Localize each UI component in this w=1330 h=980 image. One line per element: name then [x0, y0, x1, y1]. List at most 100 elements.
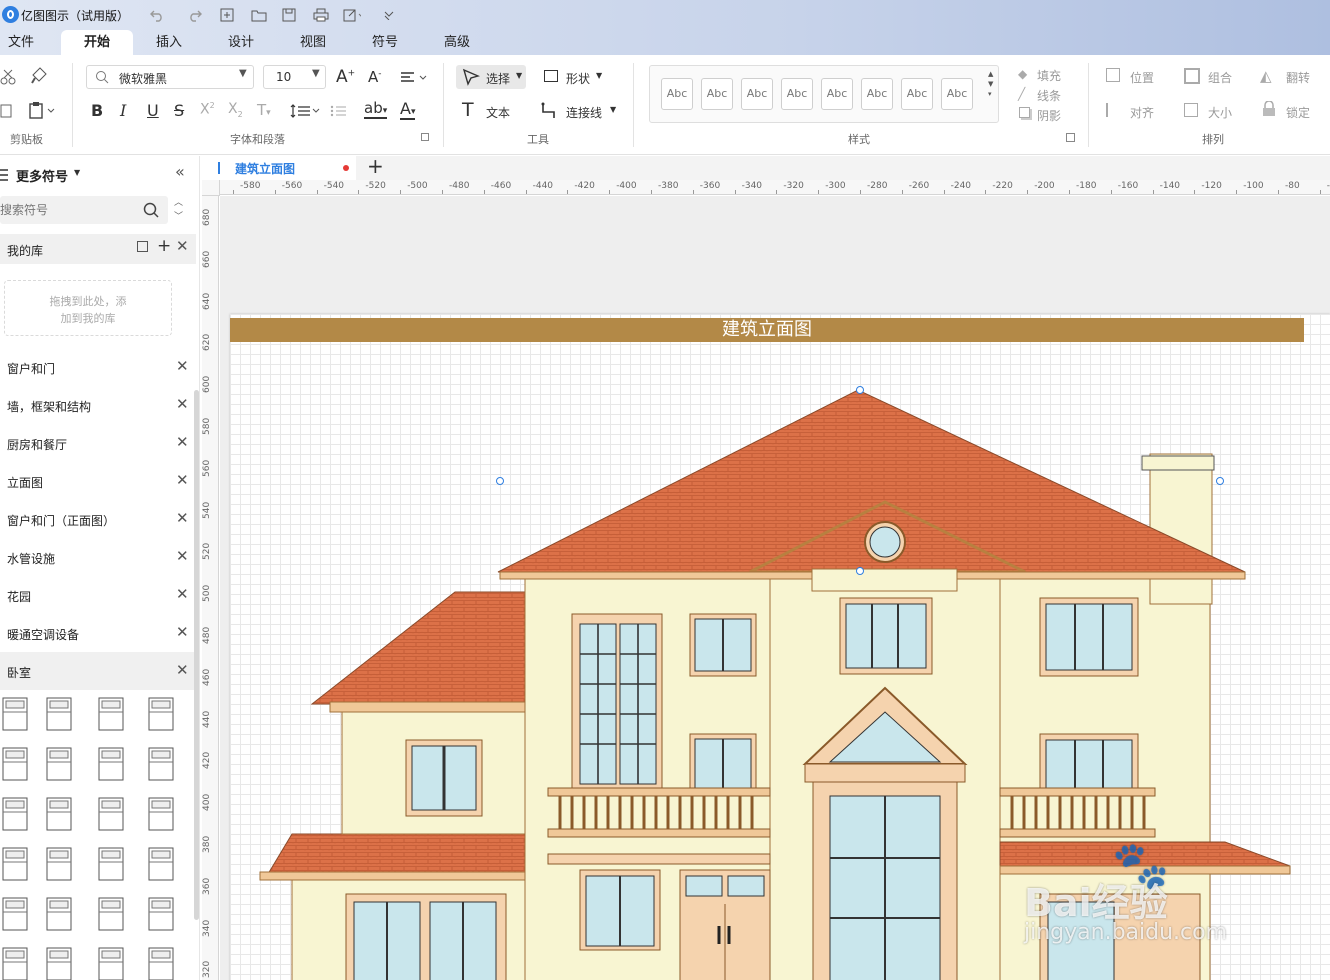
bedroom-shape-item[interactable]: [146, 796, 176, 832]
font-dialog-launcher-icon[interactable]: [421, 133, 429, 141]
category-hvac[interactable]: 暖通空调设备 ✕: [0, 614, 196, 652]
close-icon[interactable]: ✕: [176, 547, 189, 565]
drawing-page[interactable]: 建筑立面图: [230, 314, 1330, 980]
tab-symbols[interactable]: 符号: [362, 30, 408, 55]
underline-icon[interactable]: U: [147, 101, 159, 120]
close-icon[interactable]: ✕: [176, 471, 189, 489]
subscript-icon[interactable]: X2: [228, 101, 243, 119]
bullet-list-icon[interactable]: [330, 103, 356, 122]
shadow-label[interactable]: 阴影: [1037, 107, 1061, 124]
text-case-icon[interactable]: T▾: [257, 101, 271, 119]
tab-file[interactable]: 文件: [0, 30, 42, 55]
add-tab-button[interactable]: +: [367, 154, 384, 178]
connector-tool-button[interactable]: 连接线 ▼: [540, 99, 620, 125]
decrease-font-icon[interactable]: A-: [368, 68, 382, 86]
open-folder-icon[interactable]: [250, 6, 268, 24]
document-tab[interactable]: 建筑立面图: [202, 156, 356, 180]
rotate-label[interactable]: 翻转: [1286, 69, 1310, 86]
format-painter-icon[interactable]: [30, 67, 48, 89]
category-bedroom[interactable]: 卧室 ✕: [0, 652, 196, 690]
close-icon[interactable]: ✕: [176, 357, 189, 375]
bedroom-shape-item[interactable]: [146, 896, 176, 932]
style-swatch[interactable]: Abc: [661, 78, 693, 110]
style-swatch[interactable]: Abc: [861, 78, 893, 110]
close-icon[interactable]: ✕: [176, 661, 189, 679]
bedroom-shape-item[interactable]: [96, 946, 126, 980]
quick-access-more-icon[interactable]: [380, 6, 398, 24]
collapse-panel-icon[interactable]: «: [175, 162, 185, 181]
text-highlight-icon[interactable]: ab▾: [364, 99, 388, 119]
strikethrough-icon[interactable]: S: [174, 101, 184, 120]
bedroom-shape-item[interactable]: [146, 696, 176, 732]
bedroom-shape-item[interactable]: [44, 846, 74, 882]
lock-label[interactable]: 锁定: [1286, 104, 1310, 121]
category-elevation[interactable]: 立面图 ✕: [0, 462, 196, 500]
bedroom-shape-item[interactable]: [44, 796, 74, 832]
paste-icon[interactable]: [28, 101, 56, 123]
bedroom-shape-item[interactable]: [0, 796, 30, 832]
import-library-icon[interactable]: [137, 241, 148, 252]
new-page-icon[interactable]: [218, 6, 236, 24]
bedroom-shape-item[interactable]: [0, 846, 30, 882]
superscript-icon[interactable]: X2: [200, 101, 215, 118]
size-label[interactable]: 大小: [1208, 104, 1232, 121]
symbol-search-box[interactable]: [0, 196, 168, 224]
style-swatch[interactable]: Abc: [901, 78, 933, 110]
bedroom-shape-item[interactable]: [44, 946, 74, 980]
more-symbols-button[interactable]: 更多符号 ▼: [0, 164, 120, 185]
bedroom-shape-item[interactable]: [96, 696, 126, 732]
cut-icon[interactable]: [0, 69, 16, 89]
line-spacing-icon[interactable]: [290, 103, 320, 122]
align-label[interactable]: 对齐: [1130, 104, 1154, 121]
bold-icon[interactable]: B: [91, 101, 103, 120]
close-icon[interactable]: ✕: [176, 237, 189, 255]
bedroom-shape-item[interactable]: [0, 946, 30, 980]
styles-dialog-launcher-icon[interactable]: [1066, 133, 1075, 142]
bedroom-shape-item[interactable]: [146, 746, 176, 782]
shadow-icon[interactable]: [1019, 107, 1030, 118]
group-label[interactable]: 组合: [1208, 69, 1232, 86]
drawing-canvas[interactable]: 建筑立面图: [220, 196, 1330, 980]
undo-icon[interactable]: [148, 6, 166, 24]
print-icon[interactable]: [312, 6, 330, 24]
line-icon[interactable]: ╱: [1018, 87, 1025, 101]
text-tool-button[interactable]: T 文本: [460, 99, 520, 125]
position-icon[interactable]: [1106, 68, 1120, 82]
increase-font-icon[interactable]: A+: [336, 67, 355, 87]
bedroom-shape-item[interactable]: [96, 746, 126, 782]
export-icon[interactable]: [343, 6, 361, 24]
bedroom-shape-item[interactable]: [146, 946, 176, 980]
lock-icon[interactable]: [1262, 100, 1276, 121]
style-swatch[interactable]: Abc: [941, 78, 973, 110]
bedroom-shape-item[interactable]: [96, 846, 126, 882]
tab-insert[interactable]: 插入: [146, 30, 192, 55]
italic-icon[interactable]: I: [120, 101, 126, 120]
style-swatch[interactable]: Abc: [781, 78, 813, 110]
tab-advanced[interactable]: 高级: [434, 30, 480, 55]
search-scroll-arrows-icon[interactable]: ︿ ﹀: [174, 196, 183, 224]
bedroom-shape-item[interactable]: [44, 696, 74, 732]
fill-icon[interactable]: ◆: [1018, 67, 1027, 81]
tab-view[interactable]: 视图: [290, 30, 336, 55]
select-tool-button[interactable]: 选择 ▼: [456, 65, 526, 89]
redo-icon[interactable]: [186, 6, 204, 24]
tab-design[interactable]: 设计: [218, 30, 264, 55]
style-swatch[interactable]: Abc: [741, 78, 773, 110]
close-icon[interactable]: ✕: [176, 395, 189, 413]
category-windows-doors-front[interactable]: 窗户和门（正面图） ✕: [0, 500, 196, 538]
category-garden[interactable]: 花园 ✕: [0, 576, 196, 614]
bedroom-shape-item[interactable]: [0, 896, 30, 932]
font-size-select[interactable]: 10 ▼: [263, 65, 326, 89]
bedroom-shape-item[interactable]: [0, 746, 30, 782]
category-walls-structure[interactable]: 墙，框架和结构 ✕: [0, 386, 196, 424]
tab-home[interactable]: 开始: [61, 30, 133, 55]
symbol-search-input[interactable]: [0, 200, 138, 220]
font-family-select[interactable]: 微软雅黑 ▼: [86, 65, 254, 89]
bedroom-shape-item[interactable]: [96, 896, 126, 932]
shape-tool-button[interactable]: 形状 ▼: [540, 65, 610, 89]
close-icon[interactable]: ✕: [176, 585, 189, 603]
category-plumbing[interactable]: 水管设施 ✕: [0, 538, 196, 576]
line-label[interactable]: 线条: [1037, 87, 1061, 104]
search-icon[interactable]: [143, 202, 159, 222]
category-windows-doors[interactable]: 窗户和门 ✕: [0, 348, 196, 386]
